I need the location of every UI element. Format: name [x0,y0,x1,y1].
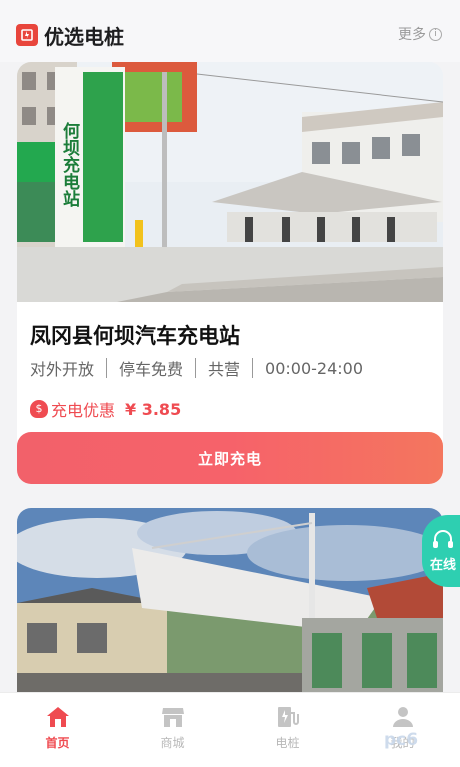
watermark-logo: pc6 [384,730,419,750]
tab-shop[interactable]: 商城 [115,693,230,767]
station-card[interactable]: 何坝充电站 凤冈县何坝汽车充电站 对外开放 停车免费 共营 00:00-24:0… [17,62,443,482]
station-name: 凤冈县何坝汽车充电站 [30,324,240,348]
tab-charger-label: 电桩 [275,736,300,750]
section-title: 优选电桩 [44,25,124,49]
tag-divider [106,358,108,378]
tag-parking: 停车免费 [119,360,184,379]
charger-icon [277,707,299,727]
info-circle-icon: i [429,27,442,41]
tag-divider [252,358,254,378]
app-logo-icon [16,24,38,46]
online-service-button[interactable]: 在线 [422,515,460,587]
tab-home-label: 首页 [45,736,70,750]
tag-operation: 共营 [208,360,241,379]
shop-icon [161,708,184,727]
more-link[interactable]: 更多 i [398,24,442,44]
station-sign-text: 何坝充电站 [59,121,80,208]
tag-hours: 00:00-24:00 [265,358,364,378]
station-photo: 何坝充电站 [17,62,443,302]
user-icon [392,707,413,727]
more-label: 更多 [398,27,426,43]
tab-home[interactable]: 首页 [0,693,115,767]
money-bag-icon: $ [30,400,48,418]
station-photo-2 [17,508,443,708]
tag-divider [195,358,197,378]
station-tags: 对外开放 停车免费 共营 00:00-24:00 [30,355,363,381]
home-icon [46,707,69,727]
online-label: 在线 [429,557,456,573]
discount-row: $ 充电优惠 ¥ 3.85 [30,397,181,421]
tag-open: 对外开放 [30,360,95,379]
charge-now-button[interactable]: 立即充电 [17,432,443,484]
headset-icon [433,529,453,548]
discount-label: 充电优惠 [51,401,116,420]
tab-charger[interactable]: 电桩 [230,693,345,767]
station-card-2[interactable] [17,508,443,708]
top-header: 优选电桩 更多 i [0,0,460,62]
discount-price: ¥ 3.85 [125,399,182,419]
tab-shop-label: 商城 [160,736,185,750]
